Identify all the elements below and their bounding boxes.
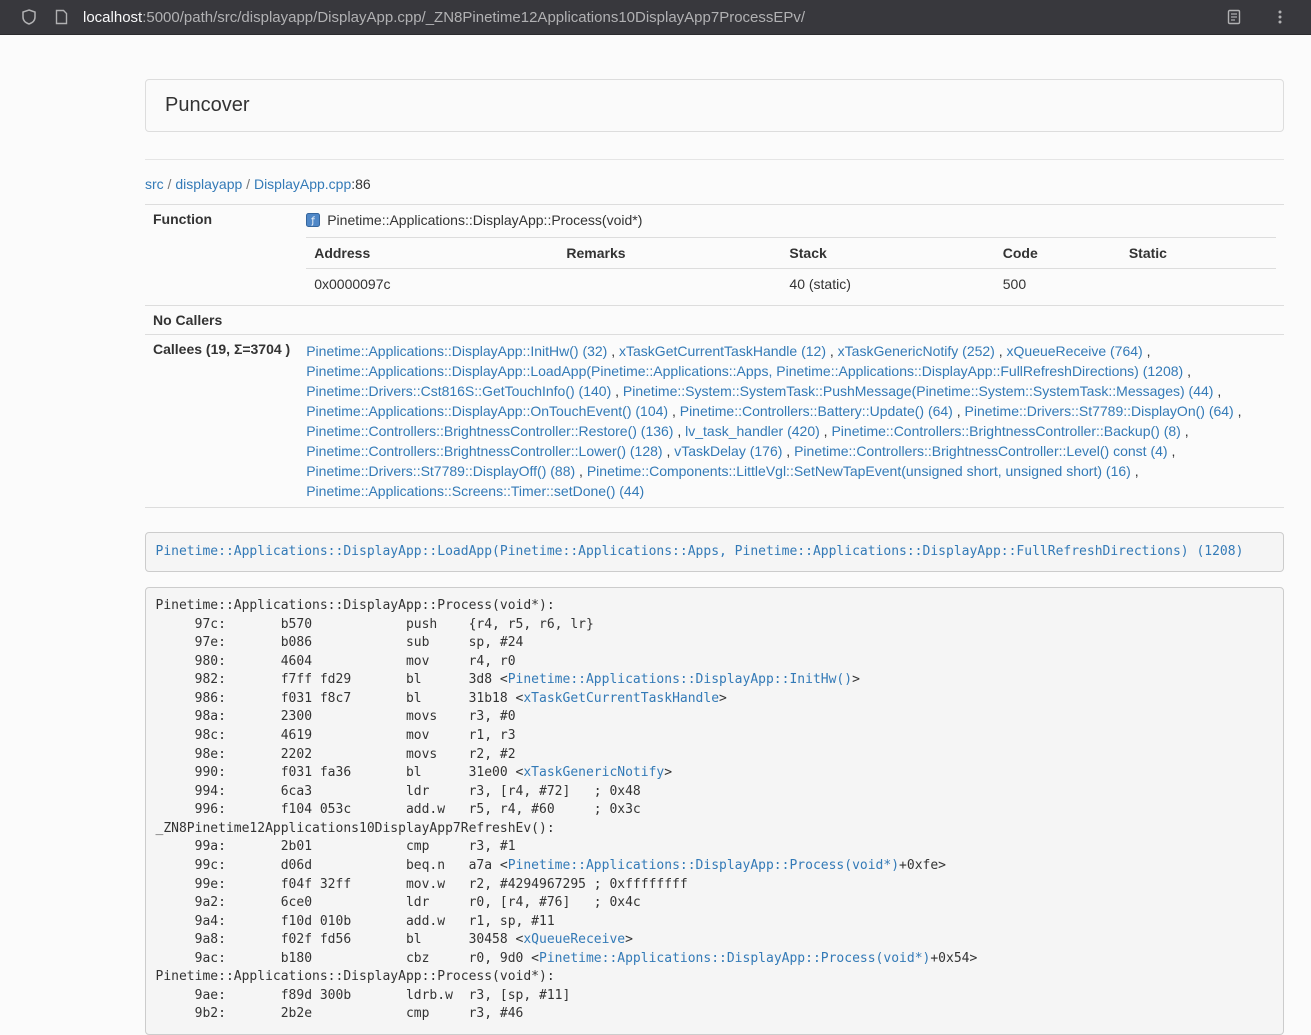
breadcrumb-link[interactable]: DisplayApp.cpp — [254, 176, 351, 192]
breadcrumb-link[interactable]: displayapp — [175, 176, 242, 192]
callee-link[interactable]: vTaskDelay (176) — [674, 443, 782, 459]
page-info-icon[interactable] — [48, 4, 74, 30]
callee-link[interactable]: xQueueReceive (764) — [1007, 343, 1143, 359]
column-value: 0x0000097c — [306, 269, 558, 300]
no-callers-label: No Callers — [145, 306, 298, 335]
callee-link[interactable]: Pinetime::Applications::Screens::Timer::… — [306, 483, 644, 499]
callee-link[interactable]: xTaskGetCurrentTaskHandle (12) — [619, 343, 826, 359]
highlighted-callee-link[interactable]: Pinetime::Applications::DisplayApp::Load… — [156, 544, 1244, 559]
detail-header-row: AddressRemarksStackCodeStatic — [306, 238, 1276, 269]
function-info-table: Function ƒ Pinetime::Applications::Displ… — [145, 204, 1284, 508]
callee-link[interactable]: Pinetime::Controllers::Battery::Update()… — [680, 403, 953, 419]
callee-link[interactable]: Pinetime::System::SystemTask::PushMessag… — [623, 383, 1214, 399]
column-header: Address — [306, 238, 558, 269]
url-bar[interactable]: localhost:5000/path/src/displayapp/Displ… — [48, 3, 1221, 31]
brand-title[interactable]: Puncover — [165, 94, 250, 116]
url-path: :5000/path/src/displayapp/DisplayApp.cpp… — [142, 9, 805, 26]
column-header: Stack — [781, 238, 994, 269]
url-host: localhost — [83, 9, 142, 26]
callee-link[interactable]: Pinetime::Components::LittleVgl::SetNewT… — [587, 463, 1131, 479]
callee-link[interactable]: Pinetime::Controllers::BrightnessControl… — [306, 423, 673, 439]
detail-value-row: 0x0000097c 40 (static)500 — [306, 269, 1276, 300]
toolbar-actions — [1221, 4, 1297, 30]
code-symbol-link[interactable]: xQueueReceive — [523, 932, 625, 947]
reader-mode-icon[interactable] — [1221, 4, 1247, 30]
callers-row: No Callers — [145, 306, 1284, 335]
breadcrumb-separator: / — [164, 176, 176, 192]
brand-panel: Puncover — [145, 79, 1284, 132]
callees-row: Callees (19, Σ=3704 ) Pinetime::Applicat… — [145, 335, 1284, 508]
breadcrumb: src / displayapp / DisplayApp.cpp:86 — [145, 176, 1284, 192]
symbol-detail-table: AddressRemarksStackCodeStatic 0x0000097c… — [306, 237, 1276, 299]
function-type-icon: ƒ — [306, 213, 320, 227]
callee-link[interactable]: Pinetime::Controllers::BrightnessControl… — [306, 443, 662, 459]
url-text: localhost:5000/path/src/displayapp/Displ… — [83, 9, 805, 26]
callees-row-label: Callees (19, Σ=3704 ) — [145, 335, 298, 508]
browser-toolbar: localhost:5000/path/src/displayapp/Displ… — [0, 0, 1311, 35]
column-value: 500 — [995, 269, 1121, 300]
page-content: Puncover src / displayapp / DisplayApp.c… — [145, 35, 1284, 1035]
column-header: Static — [1121, 238, 1276, 269]
code-symbol-link[interactable]: Pinetime::Applications::DisplayApp::Proc… — [539, 951, 930, 966]
code-symbol-link[interactable]: xTaskGenericNotify — [523, 765, 664, 780]
breadcrumb-separator: / — [242, 176, 254, 192]
svg-text:ƒ: ƒ — [311, 217, 316, 227]
code-symbol-link[interactable]: Pinetime::Applications::DisplayApp::Init… — [508, 672, 852, 687]
symbol-line: ƒ Pinetime::Applications::DisplayApp::Pr… — [306, 211, 1276, 235]
code-symbol-link[interactable]: xTaskGetCurrentTaskHandle — [523, 691, 719, 706]
function-symbol-name: Pinetime::Applications::DisplayApp::Proc… — [327, 212, 642, 228]
callee-link[interactable]: Pinetime::Drivers::Cst816S::GetTouchInfo… — [306, 383, 611, 399]
callee-link[interactable]: Pinetime::Controllers::BrightnessControl… — [794, 443, 1167, 459]
callees-list: Pinetime::Applications::DisplayApp::Init… — [298, 335, 1284, 508]
callee-link[interactable]: Pinetime::Applications::DisplayApp::Load… — [306, 363, 1183, 379]
breadcrumb-line-number: :86 — [351, 176, 370, 192]
disassembly-block: Pinetime::Applications::DisplayApp::Proc… — [145, 587, 1284, 1035]
function-row-label: Function — [145, 205, 298, 306]
column-value: 40 (static) — [781, 269, 994, 300]
callee-link[interactable]: Pinetime::Drivers::St7789::DisplayOff() … — [306, 463, 575, 479]
breadcrumb-link[interactable]: src — [145, 176, 164, 192]
code-symbol-link[interactable]: Pinetime::Applications::DisplayApp::Proc… — [508, 858, 899, 873]
shield-icon[interactable] — [16, 4, 42, 30]
column-header: Code — [995, 238, 1121, 269]
callee-link[interactable]: lv_task_handler (420) — [685, 423, 820, 439]
highlighted-snippet: Pinetime::Applications::DisplayApp::Load… — [145, 532, 1284, 572]
column-value — [1121, 269, 1276, 300]
column-header: Remarks — [558, 238, 781, 269]
divider — [145, 159, 1284, 160]
function-row: Function ƒ Pinetime::Applications::Displ… — [145, 205, 1284, 306]
column-value — [558, 269, 781, 300]
callee-link[interactable]: Pinetime::Drivers::St7789::DisplayOn() (… — [965, 403, 1234, 419]
callee-link[interactable]: xTaskGenericNotify (252) — [838, 343, 995, 359]
callee-link[interactable]: Pinetime::Controllers::BrightnessControl… — [831, 423, 1180, 439]
kebab-menu-icon[interactable] — [1267, 4, 1293, 30]
callee-link[interactable]: Pinetime::Applications::DisplayApp::OnTo… — [306, 403, 668, 419]
callee-link[interactable]: Pinetime::Applications::DisplayApp::Init… — [306, 343, 607, 359]
